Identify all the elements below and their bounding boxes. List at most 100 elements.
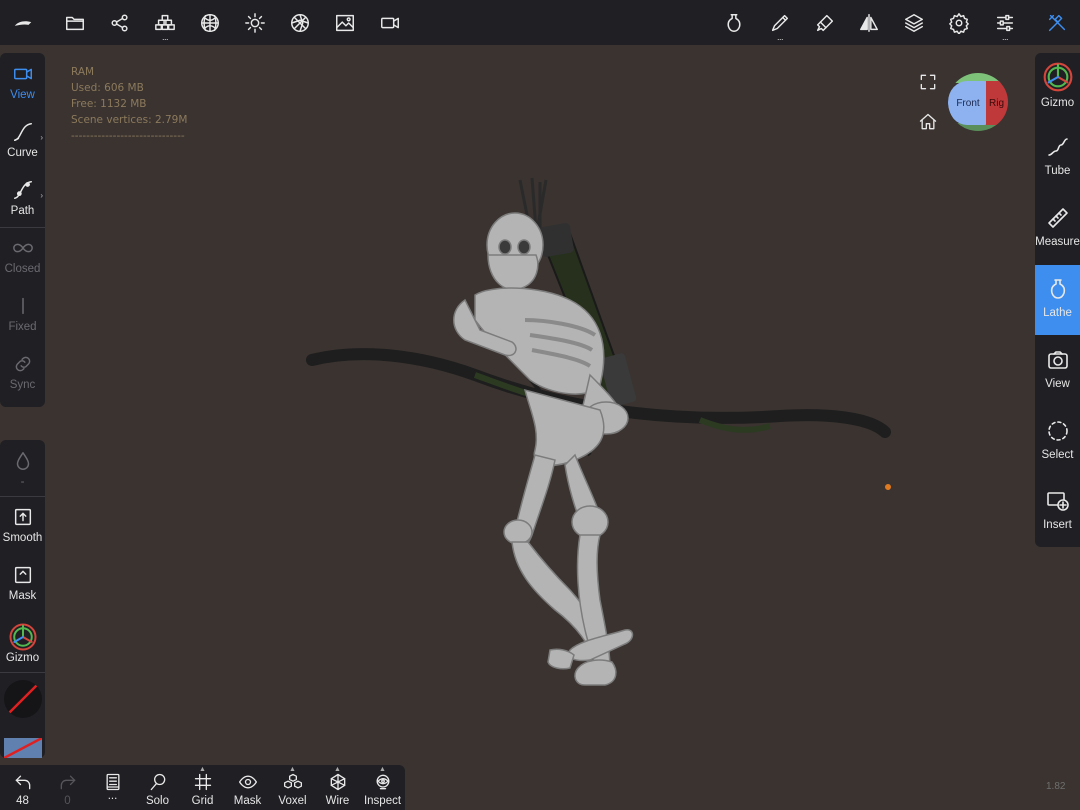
inspect-label: Inspect <box>363 795 402 807</box>
lathe-vase-icon[interactable] <box>714 0 754 45</box>
home-icon[interactable] <box>918 112 938 132</box>
brush-pen-icon[interactable]: ... <box>760 0 800 45</box>
history-more: ... <box>107 790 118 802</box>
divider <box>0 672 45 673</box>
image-icon[interactable] <box>325 0 365 45</box>
undo-count: 48 <box>16 795 29 807</box>
left-tool-path[interactable]: Path › <box>0 169 45 227</box>
camera-view-icon <box>13 68 32 80</box>
left-tool-sync[interactable]: Sync <box>0 343 45 401</box>
insert-icon <box>1046 492 1069 511</box>
sliders-icon[interactable]: ... <box>985 0 1025 45</box>
left-tool-curve[interactable]: Curve › <box>0 111 45 169</box>
right-tool-label: View <box>1045 378 1070 390</box>
view-cube-front[interactable]: Front <box>948 81 988 125</box>
right-tool-tube[interactable]: Tube <box>1035 123 1080 193</box>
left-tool-panel: View Curve › Path › Closed Fixed Sync <box>0 53 45 407</box>
caret-up-icon: ▲ <box>289 766 296 773</box>
scene-graph-icon[interactable] <box>100 0 140 45</box>
caret-up-icon: ▲ <box>199 766 206 773</box>
view-cube[interactable]: Front Rig <box>948 73 1008 131</box>
inspect-button[interactable]: ▲ Inspect <box>360 765 405 810</box>
gizmo-icon <box>1043 62 1072 92</box>
fixed-line-icon <box>21 297 24 315</box>
stats-free: Free: 1132 MB <box>71 98 147 110</box>
eye-icon <box>238 775 257 789</box>
more-dots: ... <box>1001 32 1009 42</box>
sphere-mesh-icon[interactable] <box>190 0 230 45</box>
pivot-point[interactable] <box>885 484 891 490</box>
right-tool-select[interactable]: Select <box>1035 407 1080 477</box>
path-icon <box>13 181 32 199</box>
left-tool-closed[interactable]: Closed <box>0 227 45 285</box>
right-tool-view[interactable]: View <box>1035 336 1080 406</box>
ruler-icon <box>1047 208 1068 228</box>
right-tool-label: Measure <box>1035 236 1080 248</box>
left-tool-view[interactable]: View <box>0 53 45 111</box>
tools-icon[interactable] <box>1037 0 1077 45</box>
mask-toggle-button[interactable]: Mask <box>225 765 270 810</box>
left-tool-label: View <box>10 89 35 101</box>
left-tool-drop[interactable]: - <box>0 440 45 498</box>
left-tool-mask[interactable]: Mask <box>0 554 45 612</box>
view-cube-right[interactable]: Rig <box>986 81 1008 125</box>
grid-button[interactable]: ▲ Grid <box>180 765 225 810</box>
right-tool-measure[interactable]: Measure <box>1035 194 1080 264</box>
material-ball-icon[interactable] <box>280 0 320 45</box>
left-tool-label: Sync <box>9 379 36 391</box>
wire-button[interactable]: ▲ Wire <box>315 765 360 810</box>
lathe-vase-icon <box>1050 279 1065 299</box>
grid-icon <box>194 773 211 791</box>
right-tool-panel: Gizmo Tube Measure Lathe View Select Ins… <box>1035 53 1080 547</box>
history-book-icon <box>106 773 119 791</box>
left-tool-gizmo[interactable]: Gizmo <box>0 612 45 670</box>
stats-title: RAM <box>71 66 95 78</box>
paint-brush-icon[interactable] <box>805 0 845 45</box>
left-tool-label: Smooth <box>2 532 43 544</box>
history-button[interactable]: ... <box>90 765 135 810</box>
solo-button[interactable]: Solo <box>135 765 180 810</box>
right-tool-label: Tube <box>1044 165 1071 177</box>
stats-vertices: Scene vertices: 2.79M <box>71 114 188 126</box>
left-tool-label: Curve <box>7 147 38 159</box>
bottom-toolbar: 48 0 ... Solo ▲ Grid Mask ▲ Voxel ▲ Wire… <box>0 765 405 810</box>
color-swatch[interactable] <box>4 680 42 718</box>
right-tool-insert[interactable]: Insert <box>1035 477 1080 547</box>
left-tool-smooth[interactable]: Smooth <box>0 496 45 554</box>
link-icon <box>15 356 30 372</box>
redo-button[interactable]: 0 <box>45 765 90 810</box>
right-tool-gizmo[interactable]: Gizmo <box>1035 53 1080 123</box>
select-circle-icon <box>1047 421 1068 441</box>
voxel-label: Voxel <box>278 795 307 807</box>
left-brush-panel: - Smooth Mask Gizmo <box>0 440 45 758</box>
stats-used: Used: 606 MB <box>71 82 144 94</box>
solo-label: Solo <box>145 795 170 807</box>
right-tool-lathe[interactable]: Lathe <box>1035 265 1080 335</box>
undo-button[interactable]: 48 <box>0 765 45 810</box>
inspect-icon <box>376 774 389 790</box>
top-toolbar: ... ... ... <box>0 0 1080 45</box>
left-tool-fixed[interactable]: Fixed <box>0 285 45 343</box>
left-tool-label: Mask <box>8 590 37 602</box>
wire-label: Wire <box>325 795 350 807</box>
symmetry-icon[interactable] <box>849 0 889 45</box>
skeleton-archer-model[interactable] <box>300 170 900 700</box>
no-color-slash-icon <box>5 681 41 717</box>
layers-icon[interactable] <box>894 0 934 45</box>
stack-bricks-icon[interactable]: ... <box>145 0 185 45</box>
left-tool-label: Path <box>10 205 35 217</box>
video-camera-icon[interactable] <box>370 0 410 45</box>
right-tool-label: Lathe <box>1043 307 1072 319</box>
settings-gear-icon[interactable] <box>939 0 979 45</box>
solo-search-icon <box>150 773 165 791</box>
gizmo-icon <box>9 623 36 651</box>
left-tool-label: - <box>20 476 25 488</box>
undo-icon <box>15 775 30 790</box>
folder-icon[interactable] <box>55 0 95 45</box>
curve-icon <box>13 123 32 141</box>
light-sun-icon[interactable] <box>235 0 275 45</box>
voxel-button[interactable]: ▲ Voxel <box>270 765 315 810</box>
material-swatch[interactable] <box>4 738 42 758</box>
fullscreen-icon[interactable] <box>918 72 938 92</box>
nomad-logo-icon[interactable] <box>3 0 43 45</box>
